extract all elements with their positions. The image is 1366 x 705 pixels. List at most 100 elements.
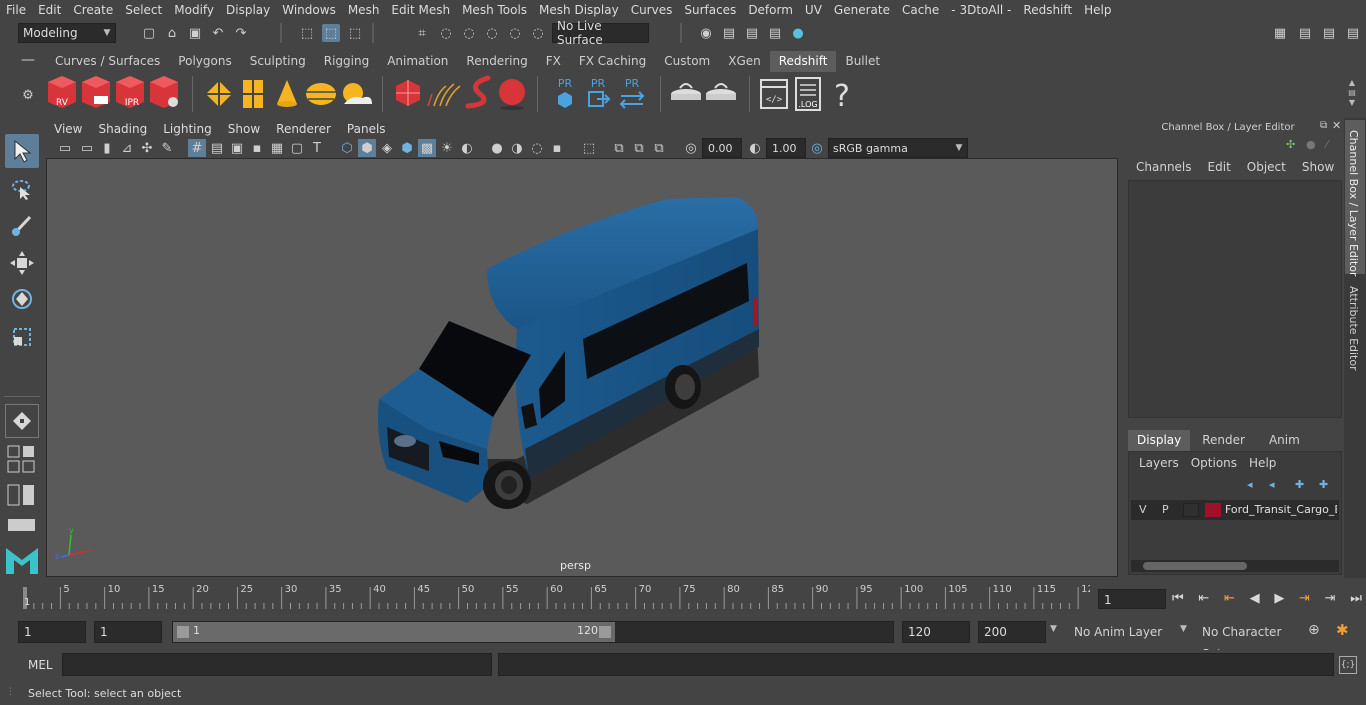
vp-menu-shading[interactable]: Shading bbox=[90, 120, 155, 138]
tab-attribute-editor[interactable]: Attribute Editor bbox=[1345, 280, 1365, 380]
menu-curves[interactable]: Curves bbox=[625, 3, 679, 17]
tool-settings-toggle-icon[interactable]: ▤ bbox=[1320, 24, 1338, 42]
help-icon[interactable]: ? bbox=[834, 79, 850, 114]
character-set-dropdown[interactable]: No Character Set bbox=[1196, 621, 1300, 661]
camera-attributes-icon[interactable]: ▭ bbox=[78, 139, 96, 157]
mode-dropdown[interactable]: Modeling ▼ bbox=[18, 23, 116, 43]
motion-blur-icon[interactable]: ● bbox=[488, 139, 506, 157]
step-forward-frame-icon[interactable]: ⇥ bbox=[1299, 591, 1310, 606]
menu-edit-mesh[interactable]: Edit Mesh bbox=[385, 3, 456, 17]
tab-fx-caching[interactable]: FX Caching bbox=[570, 51, 655, 72]
layout-outliner-icon[interactable] bbox=[7, 518, 37, 532]
menu-mesh-tools[interactable]: Mesh Tools bbox=[456, 3, 533, 17]
tab-channel-box[interactable]: Channel Box / Layer Editor bbox=[1345, 120, 1365, 277]
textured-icon[interactable]: ⬢ bbox=[398, 139, 416, 157]
playback-end-field[interactable]: 120 bbox=[902, 621, 970, 643]
move-tool-icon[interactable] bbox=[5, 246, 39, 280]
menu-cache[interactable]: Cache bbox=[896, 3, 945, 17]
shadows-icon[interactable]: ☀ bbox=[438, 139, 456, 157]
select-tool-icon[interactable] bbox=[5, 134, 39, 168]
snap-view-icon[interactable]: ◌ bbox=[483, 24, 501, 42]
vp-menu-show[interactable]: Show bbox=[220, 120, 268, 138]
menu-mesh-display[interactable]: Mesh Display bbox=[533, 3, 625, 17]
tab-bullet[interactable]: Bullet bbox=[836, 51, 889, 72]
time-slider[interactable]: 5 10 15 20 25 30 35 40 45 50 55 60 65 70 75 80 85 90 95 100… bbox=[18, 583, 1094, 611]
lasso-tool-icon[interactable] bbox=[5, 172, 39, 206]
mel-input[interactable] bbox=[62, 653, 492, 676]
select-component-icon[interactable]: ⬚ bbox=[346, 24, 364, 42]
menu-generate[interactable]: Generate bbox=[828, 3, 896, 17]
keyed-channel-icon[interactable]: ● bbox=[1306, 138, 1320, 152]
vp-menu-view[interactable]: View bbox=[46, 120, 90, 138]
edit-menu[interactable]: Edit bbox=[1200, 160, 1239, 174]
ambient-occlusion-icon[interactable]: ◐ bbox=[458, 139, 476, 157]
snap-point-icon[interactable]: ◌ bbox=[460, 24, 478, 42]
render-frame-icon[interactable]: ▤ bbox=[720, 24, 738, 42]
gamma-icon[interactable]: ◐ bbox=[746, 139, 764, 157]
menu-help[interactable]: Help bbox=[1078, 3, 1117, 17]
render-view-rv-icon[interactable]: RV bbox=[48, 76, 76, 108]
pr-swap-icon[interactable]: PR bbox=[619, 77, 645, 109]
grease-pencil-icon[interactable]: ✎ bbox=[158, 139, 176, 157]
snap-curve-icon[interactable]: ◌ bbox=[437, 24, 455, 42]
portal-light-icon[interactable] bbox=[243, 80, 263, 108]
render-sequence-icon[interactable] bbox=[82, 76, 110, 108]
proxy-cube-icon[interactable] bbox=[396, 80, 420, 106]
animation-preferences-icon[interactable]: ✱ bbox=[1336, 621, 1349, 639]
hair-icon[interactable] bbox=[427, 83, 461, 107]
snap-surface-icon[interactable]: ◌ bbox=[506, 24, 524, 42]
image-plane-icon[interactable]: ⊿ bbox=[118, 139, 136, 157]
scale-tool-icon[interactable] bbox=[5, 320, 39, 354]
vp-menu-panels[interactable]: Panels bbox=[339, 120, 394, 138]
undo-icon[interactable]: ↶ bbox=[209, 24, 227, 42]
pr-export-icon[interactable]: PR bbox=[588, 77, 611, 107]
step-forward-key-icon[interactable]: ⇥ bbox=[1325, 591, 1336, 606]
menu-create[interactable]: Create bbox=[67, 3, 119, 17]
layer-display-type[interactable] bbox=[1183, 503, 1199, 517]
mel-label[interactable]: MEL bbox=[28, 658, 53, 672]
render-view-icon[interactable]: ◉ bbox=[697, 24, 715, 42]
sphere-icon[interactable] bbox=[499, 79, 525, 110]
gamma-field[interactable]: 1.00 bbox=[766, 138, 806, 158]
new-scene-icon[interactable]: ▢ bbox=[140, 24, 158, 42]
save-scene-icon[interactable]: ▣ bbox=[186, 24, 204, 42]
area-light-icon[interactable] bbox=[206, 81, 232, 107]
new-layer-selected-icon[interactable]: ✚ bbox=[1319, 478, 1333, 491]
menu-file[interactable]: File bbox=[0, 3, 32, 17]
tab-curves-surfaces[interactable]: Curves / Surfaces bbox=[46, 51, 169, 72]
snap-vertex-icon[interactable]: ◌ bbox=[529, 24, 547, 42]
shelf-menu-icon[interactable]: — bbox=[18, 52, 38, 72]
modeling-toolkit-icon[interactable]: ▦ bbox=[1271, 24, 1289, 42]
tab-display-layers[interactable]: Display bbox=[1128, 430, 1191, 451]
exposure-field[interactable]: 0.00 bbox=[702, 138, 742, 158]
tab-xgen[interactable]: XGen bbox=[719, 51, 770, 72]
lights-icon[interactable]: ▩ bbox=[418, 139, 436, 157]
tab-custom[interactable]: Custom bbox=[655, 51, 719, 72]
resolution-gate-icon[interactable]: ▣ bbox=[228, 139, 246, 157]
menu-3dtoall[interactable]: - 3DtoAll - bbox=[945, 3, 1017, 17]
gate-mask-icon[interactable]: ▪ bbox=[248, 139, 266, 157]
log-file-icon[interactable]: .LOG bbox=[795, 77, 821, 111]
range-handle-left[interactable] bbox=[177, 626, 189, 638]
play-backwards-icon[interactable]: ◀ bbox=[1250, 591, 1260, 606]
sun-sky-icon[interactable] bbox=[343, 83, 372, 104]
xray-components-icon[interactable]: ⧉ bbox=[630, 139, 648, 157]
playback-start-field[interactable]: 1 bbox=[94, 621, 162, 643]
menu-select[interactable]: Select bbox=[119, 3, 168, 17]
shelf-scroll-arrows-icon[interactable]: ▲ ▤ ▼ bbox=[1344, 78, 1360, 110]
perspective-viewport[interactable]: x y z bbox=[46, 158, 1118, 577]
auto-key-icon[interactable]: ⊕ bbox=[1308, 622, 1320, 638]
range-slider[interactable]: 1 120 bbox=[172, 621, 894, 643]
rotate-tool-icon[interactable] bbox=[5, 282, 39, 316]
move-channel-icon[interactable]: ✣ bbox=[1286, 138, 1300, 152]
select-object-icon[interactable]: ⬚ bbox=[322, 24, 340, 42]
tab-rigging[interactable]: Rigging bbox=[315, 51, 378, 72]
options-menu[interactable]: Options bbox=[1185, 456, 1243, 470]
color-space-dropdown[interactable]: sRGB gamma ▼ bbox=[828, 138, 968, 158]
select-hierarchy-icon[interactable]: ⬚ bbox=[298, 24, 316, 42]
pie-cache-icon[interactable] bbox=[706, 83, 736, 100]
tab-rendering[interactable]: Rendering bbox=[457, 51, 536, 72]
help-menu[interactable]: Help bbox=[1243, 456, 1282, 470]
dome-light-icon[interactable] bbox=[306, 83, 336, 105]
layer-playback-toggle[interactable]: P bbox=[1162, 503, 1169, 516]
